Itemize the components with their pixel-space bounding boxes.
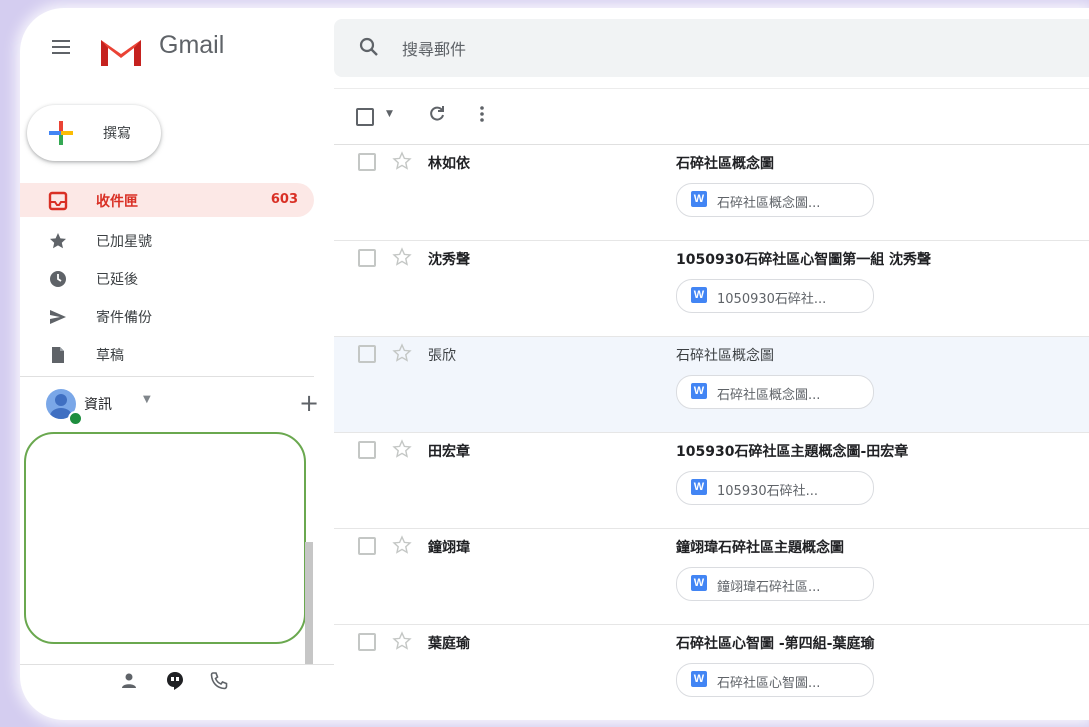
search-input[interactable] xyxy=(400,35,904,63)
word-doc-icon: W xyxy=(691,575,707,591)
email-subject: 石碎社區概念圖 xyxy=(676,348,774,364)
sidebar-item-drafts[interactable]: 草稿 xyxy=(20,337,314,371)
online-status-icon xyxy=(68,411,83,426)
email-sender: 沈秀聲 xyxy=(428,252,470,268)
sidebar-item-snoozed[interactable]: 已延後 xyxy=(20,261,314,295)
inbox-icon xyxy=(48,191,68,211)
email-sender: 田宏章 xyxy=(428,444,470,460)
contacts-icon[interactable] xyxy=(118,670,140,692)
sidebar-item-sent[interactable]: 寄件備份 xyxy=(20,299,314,333)
gmail-logo-icon[interactable] xyxy=(98,34,144,72)
star-toggle-icon[interactable] xyxy=(392,439,412,463)
star-toggle-icon[interactable] xyxy=(392,535,412,559)
hangouts-panel xyxy=(24,432,306,644)
select-all-checkbox[interactable] xyxy=(356,108,374,126)
attachment-chip[interactable]: W 石碎社區心智圖... xyxy=(676,663,874,697)
word-doc-icon: W xyxy=(691,671,707,687)
email-sender: 葉庭瑜 xyxy=(428,636,470,652)
word-doc-icon: W xyxy=(691,191,707,207)
hangouts-chat-icon[interactable] xyxy=(164,670,186,692)
star-icon xyxy=(48,231,68,251)
email-subject: 1050930石碎社區心智圖第一組 沈秀聲 xyxy=(676,252,932,268)
search-bar xyxy=(334,19,1089,77)
chevron-down-icon[interactable]: ▼ xyxy=(143,394,151,405)
email-checkbox[interactable] xyxy=(358,249,376,267)
word-doc-icon: W xyxy=(691,383,707,399)
refresh-icon[interactable] xyxy=(427,104,447,128)
clock-icon xyxy=(48,269,68,289)
attachment-chip[interactable]: W 105930石碎社... xyxy=(676,471,874,505)
compose-label: 撰寫 xyxy=(103,126,131,142)
attachment-chip[interactable]: W 石碎社區概念圖... xyxy=(676,183,874,217)
main-menu-icon[interactable] xyxy=(52,36,70,58)
email-row[interactable]: 林如依 石碎社區概念圖 W 石碎社區概念圖... xyxy=(334,145,1089,241)
email-row[interactable]: 鐘翊瑋 鐘翊瑋石碎社區主題概念圖 W 鐘翊瑋石碎社區... xyxy=(334,529,1089,625)
phone-icon[interactable] xyxy=(208,670,230,692)
attachment-name: 105930石碎社... xyxy=(717,484,819,499)
sidebar-divider xyxy=(20,376,314,377)
email-checkbox[interactable] xyxy=(358,537,376,555)
sidebar-item-label: 收件匣 xyxy=(96,194,138,210)
attachment-chip[interactable]: W 鐘翊瑋石碎社區... xyxy=(676,567,874,601)
attachment-name: 1050930石碎社... xyxy=(717,292,827,307)
email-row[interactable]: 沈秀聲 1050930石碎社區心智圖第一組 沈秀聲 W 1050930石碎社..… xyxy=(334,241,1089,337)
hangouts-account-row[interactable]: 資訊 ▼ + xyxy=(44,386,319,426)
email-sender: 張欣 xyxy=(428,348,456,364)
star-toggle-icon[interactable] xyxy=(392,247,412,271)
sidebar-item-label: 已加星號 xyxy=(96,234,152,250)
list-toolbar: ▼ xyxy=(334,96,1089,144)
sidebar-item-label: 寄件備份 xyxy=(96,310,152,326)
inbox-count-badge: 603 xyxy=(270,192,298,207)
email-subject: 鐘翊瑋石碎社區主題概念圖 xyxy=(676,540,844,556)
email-sender: 鐘翊瑋 xyxy=(428,540,470,556)
email-sender: 林如依 xyxy=(428,156,470,172)
select-menu-chevron-icon[interactable]: ▼ xyxy=(386,109,393,119)
search-icon[interactable] xyxy=(358,36,380,62)
email-row[interactable]: 葉庭瑜 石碎社區心智圖 -第四組-葉庭瑜 W 石碎社區心智圖... xyxy=(334,625,1089,720)
star-toggle-icon[interactable] xyxy=(392,631,412,655)
header-divider xyxy=(334,88,1089,89)
sidebar-item-label: 已延後 xyxy=(96,272,138,288)
compose-button[interactable]: 撰寫 xyxy=(27,105,161,161)
email-checkbox[interactable] xyxy=(358,153,376,171)
email-row[interactable]: 田宏章 105930石碎社區主題概念圖-田宏章 W 105930石碎社... xyxy=(334,433,1089,529)
send-icon xyxy=(48,307,68,327)
draft-icon xyxy=(48,345,68,365)
gmail-logo-text[interactable]: Gmail xyxy=(159,31,224,60)
word-doc-icon: W xyxy=(691,287,707,303)
sidebar-item-starred[interactable]: 已加星號 xyxy=(20,223,314,257)
sidebar-scrollbar[interactable] xyxy=(305,542,313,664)
sidebar-item-label: 草稿 xyxy=(96,348,124,364)
attachment-name: 鐘翊瑋石碎社區... xyxy=(717,580,821,595)
email-checkbox[interactable] xyxy=(358,441,376,459)
account-name: 資訊 xyxy=(84,397,112,413)
star-toggle-icon[interactable] xyxy=(392,343,412,367)
email-checkbox[interactable] xyxy=(358,633,376,651)
sidebar-item-inbox[interactable]: 收件匣 603 xyxy=(20,183,314,217)
email-subject: 石碎社區心智圖 -第四組-葉庭瑜 xyxy=(676,636,875,652)
attachment-name: 石碎社區心智圖... xyxy=(717,676,821,691)
hangouts-bottom-divider xyxy=(20,664,334,665)
gmail-window: Gmail 撰寫 收件匣 603 已加星號 已延後 寄件備份 草稿 資訊 ▼ +… xyxy=(20,8,1089,720)
word-doc-icon: W xyxy=(691,479,707,495)
email-checkbox[interactable] xyxy=(358,345,376,363)
attachment-name: 石碎社區概念圖... xyxy=(717,196,821,211)
add-contact-icon[interactable]: + xyxy=(299,389,319,417)
email-subject: 石碎社區概念圖 xyxy=(676,156,774,172)
attachment-chip[interactable]: W 石碎社區概念圖... xyxy=(676,375,874,409)
email-subject: 105930石碎社區主題概念圖-田宏章 xyxy=(676,444,909,460)
sidebar: Gmail 撰寫 收件匣 603 已加星號 已延後 寄件備份 草稿 資訊 ▼ + xyxy=(20,8,334,720)
attachment-name: 石碎社區概念圖... xyxy=(717,388,821,403)
more-options-icon[interactable] xyxy=(479,105,485,127)
attachment-chip[interactable]: W 1050930石碎社... xyxy=(676,279,874,313)
star-toggle-icon[interactable] xyxy=(392,151,412,175)
compose-plus-icon xyxy=(47,119,75,151)
email-row[interactable]: 張欣 石碎社區概念圖 W 石碎社區概念圖... xyxy=(334,337,1089,433)
email-list: 林如依 石碎社區概念圖 W 石碎社區概念圖... 沈秀聲 1050930石碎社區… xyxy=(334,145,1089,720)
